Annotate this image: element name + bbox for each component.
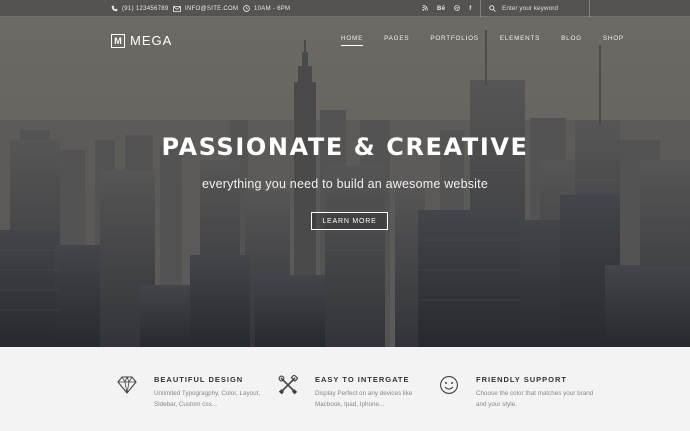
feature-title: EASY TO INTERGATE xyxy=(315,375,410,384)
nav-elements[interactable]: ELEMENTS xyxy=(500,35,540,46)
feature-title: FRIENDLY SUPPORT xyxy=(476,375,568,384)
phone-info[interactable]: (91) 123456789 xyxy=(111,0,169,17)
nav-portfolios[interactable]: PORTFOLIOS xyxy=(430,35,478,46)
nav-pages[interactable]: PAGES xyxy=(384,35,409,46)
rss-icon[interactable] xyxy=(422,4,428,13)
search-box xyxy=(480,0,590,17)
phone-icon xyxy=(111,5,118,12)
facebook-icon[interactable]: f xyxy=(469,6,471,12)
email-info[interactable]: INFO@SITE.COM xyxy=(173,0,238,17)
hero-section: (91) 123456789 INFO@SITE.COM 10AM - 6PM … xyxy=(0,0,690,347)
phone-text: (91) 123456789 xyxy=(122,5,169,12)
main-nav: HOME PAGES PORTFOLIOS ELEMENTS BLOG SHOP xyxy=(341,35,645,46)
hours-text: 10AM - 6PM xyxy=(254,5,291,12)
search-input[interactable] xyxy=(502,5,587,12)
hours-info: 10AM - 6PM xyxy=(243,0,290,17)
site-logo[interactable]: M MEGA xyxy=(111,33,172,48)
smiley-icon xyxy=(440,376,458,394)
hero-subtitle: everything you need to build an awesome … xyxy=(202,177,488,191)
nav-shop[interactable]: SHOP xyxy=(603,35,624,46)
logo-mark: M xyxy=(111,33,125,48)
social-links: Bē f xyxy=(422,0,472,17)
clock-icon xyxy=(243,5,250,12)
features-section: BEAUTIFUL DESIGN Unlimited Typogragphy, … xyxy=(0,347,690,431)
nav-home[interactable]: HOME xyxy=(341,35,364,46)
nav-blog[interactable]: BLOG xyxy=(561,35,582,46)
envelope-icon xyxy=(173,5,181,12)
search-icon[interactable] xyxy=(489,5,496,12)
hero-title: PASSIONATE & CREATIVE xyxy=(161,133,529,161)
feature-description: Display Perfect on any devices like Macb… xyxy=(315,390,413,408)
tools-icon xyxy=(278,375,298,395)
behance-icon[interactable]: Bē xyxy=(437,6,445,12)
learn-more-button[interactable]: LEARN MORE xyxy=(311,212,388,230)
feature-description: Unlimited Typogragphy, Color, Layout, Si… xyxy=(154,390,261,408)
logo-name: MEGA xyxy=(130,33,173,48)
hero-overlay xyxy=(0,0,690,347)
diamond-icon xyxy=(117,375,137,394)
email-text: INFO@SITE.COM xyxy=(185,5,239,12)
top-bar: (91) 123456789 INFO@SITE.COM 10AM - 6PM … xyxy=(0,0,690,17)
feature-title: BEAUTIFUL DESIGN xyxy=(154,375,244,384)
feature-description: Choose the color that matches your brand… xyxy=(476,390,594,408)
dribbble-icon[interactable] xyxy=(454,4,461,13)
